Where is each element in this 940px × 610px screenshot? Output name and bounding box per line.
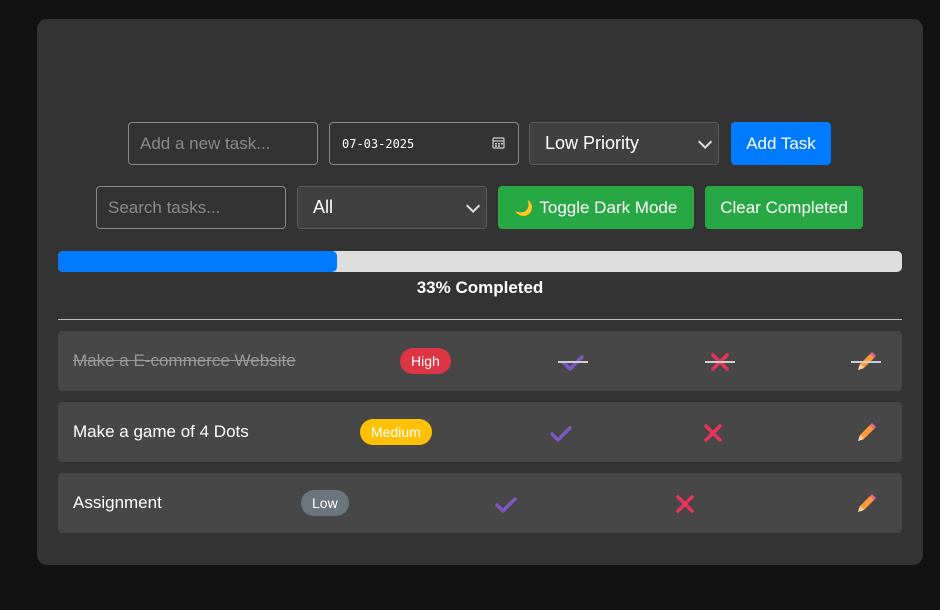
task-item: Make a E-commerce Website High [58, 331, 902, 391]
status-filter-value: All [313, 197, 334, 217]
due-date-value: 07-03-2025 [342, 136, 415, 151]
status-filter-select[interactable]: All [297, 186, 487, 229]
divider [58, 319, 902, 320]
task-item: Make a game of 4 Dots Medium [58, 402, 902, 462]
edit-pencil-icon[interactable] [851, 349, 881, 375]
priority-badge: High [400, 348, 451, 374]
add-task-button[interactable]: Add Task [731, 122, 831, 165]
progress-label: 33% Completed [416, 278, 544, 297]
clear-completed-button[interactable]: Clear Completed [705, 186, 863, 229]
delete-icon[interactable] [705, 349, 735, 375]
edit-pencil-icon[interactable] [853, 420, 879, 446]
chevron-down-icon [466, 198, 481, 213]
chevron-down-icon [698, 134, 713, 149]
search-input[interactable] [96, 186, 286, 229]
check-icon[interactable] [493, 491, 519, 517]
progress-bar [58, 251, 902, 272]
new-task-input[interactable] [128, 122, 318, 165]
task-text: Make a E-commerce Website [73, 351, 296, 370]
check-icon[interactable] [548, 420, 574, 446]
delete-icon[interactable] [672, 491, 698, 517]
due-date-input[interactable]: 07-03-2025 [329, 122, 519, 165]
priority-badge: Medium [360, 419, 432, 445]
toggle-dark-mode-label: Toggle Dark Mode [539, 197, 678, 217]
check-icon[interactable] [558, 349, 588, 375]
delete-icon[interactable] [700, 420, 726, 446]
progress-bar-fill [58, 251, 337, 272]
priority-select-value: Low Priority [545, 133, 640, 153]
toggle-dark-mode-button[interactable]: 🌙 Toggle Dark Mode [498, 186, 694, 229]
edit-pencil-icon[interactable] [853, 491, 879, 517]
task-text: Make a game of 4 Dots [73, 422, 249, 441]
task-text: Assignment [73, 493, 162, 512]
task-item: Assignment Low [58, 473, 902, 533]
moon-icon: 🌙 [514, 199, 534, 217]
priority-select[interactable]: Low Priority [529, 122, 719, 165]
priority-badge: Low [301, 490, 349, 516]
calendar-icon[interactable] [492, 136, 505, 152]
